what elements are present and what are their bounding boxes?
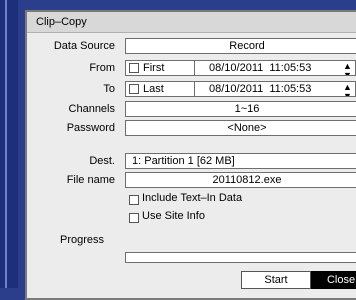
password-field[interactable]: <None> xyxy=(125,120,356,136)
from-first-label: First xyxy=(143,62,165,74)
to-label: To xyxy=(103,83,115,95)
include-text-in-checkbox[interactable] xyxy=(129,195,139,205)
dest-select[interactable]: 1: Partition 1 [62 MB] xyxy=(125,153,356,169)
from-first-field: First xyxy=(125,60,195,76)
data-source-select[interactable]: Record xyxy=(125,38,356,54)
channels-label: Channels xyxy=(68,103,115,115)
use-site-info-checkbox[interactable] xyxy=(129,213,139,223)
channels-select[interactable]: 1~16 xyxy=(125,101,356,117)
from-spin-icon[interactable]: ▲ ▼ xyxy=(343,62,352,76)
progress-label: Progress xyxy=(60,234,105,246)
to-last-label: Last xyxy=(143,83,164,95)
from-label: From xyxy=(89,62,115,74)
file-name-input[interactable]: 20110812.exe xyxy=(125,172,356,188)
dialog-title: Clip–Copy xyxy=(36,16,87,28)
from-datetime-value: 08/10/2011 11:05:53 xyxy=(209,62,312,74)
data-source-label: Data Source xyxy=(53,40,115,52)
from-first-checkbox[interactable] xyxy=(129,63,139,73)
from-datetime-field[interactable]: 08/10/2011 11:05:53 ▲ ▼ xyxy=(194,60,356,76)
password-label: Password xyxy=(66,122,115,134)
to-spin-icon[interactable]: ▲ ▼ xyxy=(343,83,352,97)
to-last-field: Last xyxy=(125,81,195,97)
close-button[interactable]: Close xyxy=(311,271,356,289)
include-text-in-label: Include Text–In Data xyxy=(142,192,243,204)
file-name-label: File name xyxy=(66,174,115,186)
dest-label: Dest. xyxy=(89,155,115,167)
start-button[interactable]: Start xyxy=(241,271,311,289)
clip-copy-dialog: Clip–Copy Data Source Record From First … xyxy=(25,10,356,300)
dialog-title-bar: Clip–Copy xyxy=(27,12,356,33)
left-background-panel xyxy=(0,0,18,288)
to-datetime-field[interactable]: 08/10/2011 11:05:53 ▲ ▼ xyxy=(194,81,356,97)
progress-bar xyxy=(125,252,356,263)
to-last-checkbox[interactable] xyxy=(129,84,139,94)
left-divider-line xyxy=(5,0,7,288)
use-site-info-label: Use Site Info xyxy=(142,210,205,222)
to-datetime-value: 08/10/2011 11:05:53 xyxy=(209,83,312,95)
